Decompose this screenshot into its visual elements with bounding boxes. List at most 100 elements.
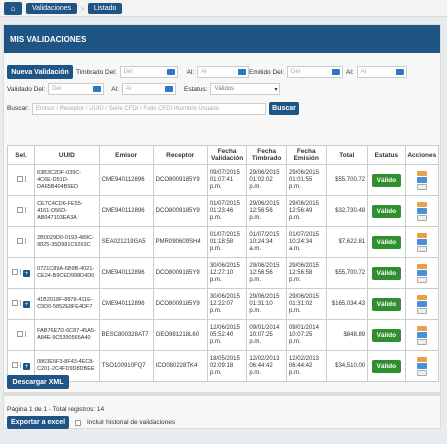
table-row[interactable]: 63B3C2DF-039C-4C6E-D51D-DA65B404B5ED CME9… bbox=[6, 164, 440, 196]
timbrado-al-input[interactable]: Al bbox=[197, 66, 250, 78]
table-body: 63B3C2DF-039C-4C6E-D51D-DA65B404B5ED CME9… bbox=[6, 164, 440, 382]
edit-icon[interactable] bbox=[416, 338, 427, 345]
pdf-icon[interactable] bbox=[416, 331, 427, 338]
calendar-icon[interactable] bbox=[332, 69, 341, 75]
column-header[interactable]: Total bbox=[325, 145, 369, 165]
column-header[interactable]: Receptor bbox=[152, 145, 208, 165]
column-header[interactable]: Acciones bbox=[404, 145, 440, 165]
calendar-icon[interactable] bbox=[238, 69, 247, 75]
select-cell bbox=[6, 226, 36, 258]
row-checkbox[interactable] bbox=[16, 176, 23, 182]
chevron-down-icon: ▾ bbox=[274, 86, 278, 93]
column-header[interactable]: Sel. bbox=[6, 145, 36, 165]
total-cell: $32,730.48 bbox=[325, 195, 369, 227]
actions-cell bbox=[404, 319, 440, 351]
status-cell: Válido bbox=[367, 257, 406, 289]
search-button[interactable]: Buscar bbox=[269, 102, 300, 115]
receptor-cell: GEO981218L60 bbox=[152, 319, 208, 351]
xml-icon[interactable] bbox=[416, 170, 427, 176]
total-cell: $55,700.72 bbox=[325, 257, 369, 289]
table-row[interactable]: FAB76E7D-6C87-45A5-A84E-9C5390566A40 BESC… bbox=[6, 319, 440, 351]
xml-icon[interactable] bbox=[416, 263, 427, 269]
calendar-icon[interactable] bbox=[395, 69, 404, 75]
column-header[interactable]: Emisor bbox=[98, 145, 154, 165]
pdf-icon[interactable] bbox=[416, 176, 427, 183]
expand-icon[interactable]: + bbox=[23, 301, 31, 309]
total-cell: $34,510.00 bbox=[325, 350, 369, 382]
row-checkbox[interactable] bbox=[16, 331, 23, 337]
actions-cell bbox=[404, 350, 440, 382]
xml-icon[interactable] bbox=[416, 356, 427, 362]
fecha-timbrado-cell: 29/06/2015 01:31:10 p.m. bbox=[246, 288, 287, 320]
row-checkbox[interactable] bbox=[16, 207, 23, 213]
xml-icon[interactable] bbox=[416, 201, 427, 207]
calendar-icon[interactable] bbox=[93, 86, 102, 92]
download-xml-button[interactable]: Descargar XML bbox=[7, 375, 69, 389]
pdf-icon[interactable] bbox=[416, 269, 427, 276]
timbrado-al-label: Al: bbox=[186, 68, 195, 76]
column-header[interactable]: Fecha Validación bbox=[206, 145, 248, 165]
table-row[interactable]: +0863E5F3-8F43-4EC8-C201-2C4FD9D8DBEE TSO… bbox=[6, 350, 440, 382]
search-label: Buscar: bbox=[7, 105, 30, 112]
estatus-label: Estatus: bbox=[184, 85, 208, 93]
edit-icon[interactable] bbox=[416, 276, 427, 283]
edit-icon[interactable] bbox=[416, 183, 427, 190]
fecha-emision-cell: 29/06/2015 01:01:55 p.m. bbox=[285, 164, 327, 196]
column-header[interactable]: Fecha Emisión bbox=[285, 145, 327, 165]
row-checkbox[interactable] bbox=[12, 299, 19, 306]
actions-cell bbox=[404, 195, 440, 227]
export-excel-button[interactable]: Exportar a excel bbox=[7, 416, 69, 429]
status-cell: Válido bbox=[367, 164, 406, 196]
home-icon[interactable]: ⌂ bbox=[4, 1, 22, 15]
fecha-validacion-cell: 30/06/2015 12:27:10 p.m. bbox=[206, 257, 248, 289]
emisor-cell: BESC800328AT7 bbox=[98, 319, 154, 351]
horizontal-scrollbar[interactable] bbox=[4, 392, 440, 396]
expand-icon[interactable]: + bbox=[23, 363, 31, 371]
edit-icon[interactable] bbox=[416, 245, 427, 252]
validado-del-input[interactable]: Del bbox=[48, 83, 105, 95]
row-checkbox[interactable] bbox=[12, 361, 19, 368]
receptor-cell: DCO8009185Y9 bbox=[152, 164, 208, 196]
table-row[interactable]: +41B2018F-8878-411E-C9D0-5852E8FE4DF7 CME… bbox=[6, 288, 440, 320]
table-row[interactable]: +0721C89A-6B9B-4021-CE24-B9CED998D4D0 CME… bbox=[6, 257, 440, 289]
estatus-select[interactable]: Válidos ▾ bbox=[210, 83, 281, 95]
xml-icon[interactable] bbox=[416, 232, 427, 238]
column-header[interactable]: UUID bbox=[34, 145, 100, 165]
new-validation-button[interactable]: Nueva Validación bbox=[7, 65, 73, 79]
calendar-icon[interactable] bbox=[164, 86, 173, 92]
fecha-validacion-cell: 30/06/2015 12:22:07 p.m. bbox=[206, 288, 248, 320]
xml-icon[interactable] bbox=[416, 325, 427, 331]
table-row[interactable]: 2B0029D0-0193-489C-9825-35D981C9263C SEA0… bbox=[6, 226, 440, 258]
column-header[interactable]: Fecha Timbrado bbox=[246, 145, 287, 165]
status-badge: Válido bbox=[371, 173, 402, 187]
xml-icon[interactable] bbox=[416, 294, 427, 300]
status-cell: Válido bbox=[367, 288, 406, 320]
select-cell: + bbox=[6, 257, 36, 289]
validado-al-input[interactable]: Al bbox=[121, 83, 176, 95]
uuid-cell: 41B2018F-8878-411E-C9D0-5852E8FE4DF7 bbox=[34, 288, 100, 320]
edit-icon[interactable] bbox=[416, 214, 427, 221]
edit-icon[interactable] bbox=[416, 307, 427, 314]
fecha-emision-cell: 09/01/2014 10:07:25 p.m. bbox=[285, 319, 327, 351]
expand-icon[interactable]: + bbox=[23, 270, 31, 278]
receptor-cell: ICO080228TK4 bbox=[152, 350, 208, 382]
pdf-icon[interactable] bbox=[416, 362, 427, 369]
row-checkbox[interactable] bbox=[16, 238, 23, 244]
emitido-al-input[interactable]: Al bbox=[356, 66, 407, 78]
pdf-icon[interactable] bbox=[416, 300, 427, 307]
history-checkbox[interactable] bbox=[75, 419, 81, 426]
pdf-icon[interactable] bbox=[416, 238, 427, 245]
column-header[interactable]: Estatus bbox=[367, 145, 406, 165]
actions-cell bbox=[404, 164, 440, 196]
timbrado-filter: Timbrado Del: Del Al: Al bbox=[76, 66, 250, 78]
search-input[interactable]: Emisor / Receptor / UUID / Serie CFDI / … bbox=[32, 102, 267, 115]
calendar-icon[interactable] bbox=[166, 69, 175, 75]
emitido-del-input[interactable]: Del bbox=[287, 66, 344, 78]
edit-icon[interactable] bbox=[416, 369, 427, 376]
total-cell: $165,034.43 bbox=[325, 288, 369, 320]
timbrado-del-input[interactable]: Del bbox=[119, 66, 178, 78]
row-checkbox[interactable] bbox=[12, 268, 19, 275]
table-row[interactable]: CE7C4CD6-FE55-4161-D56D-AB047103EA3A CME9… bbox=[6, 195, 440, 227]
breadcrumb-validaciones[interactable]: Validaciones bbox=[26, 2, 78, 14]
pdf-icon[interactable] bbox=[416, 207, 427, 214]
